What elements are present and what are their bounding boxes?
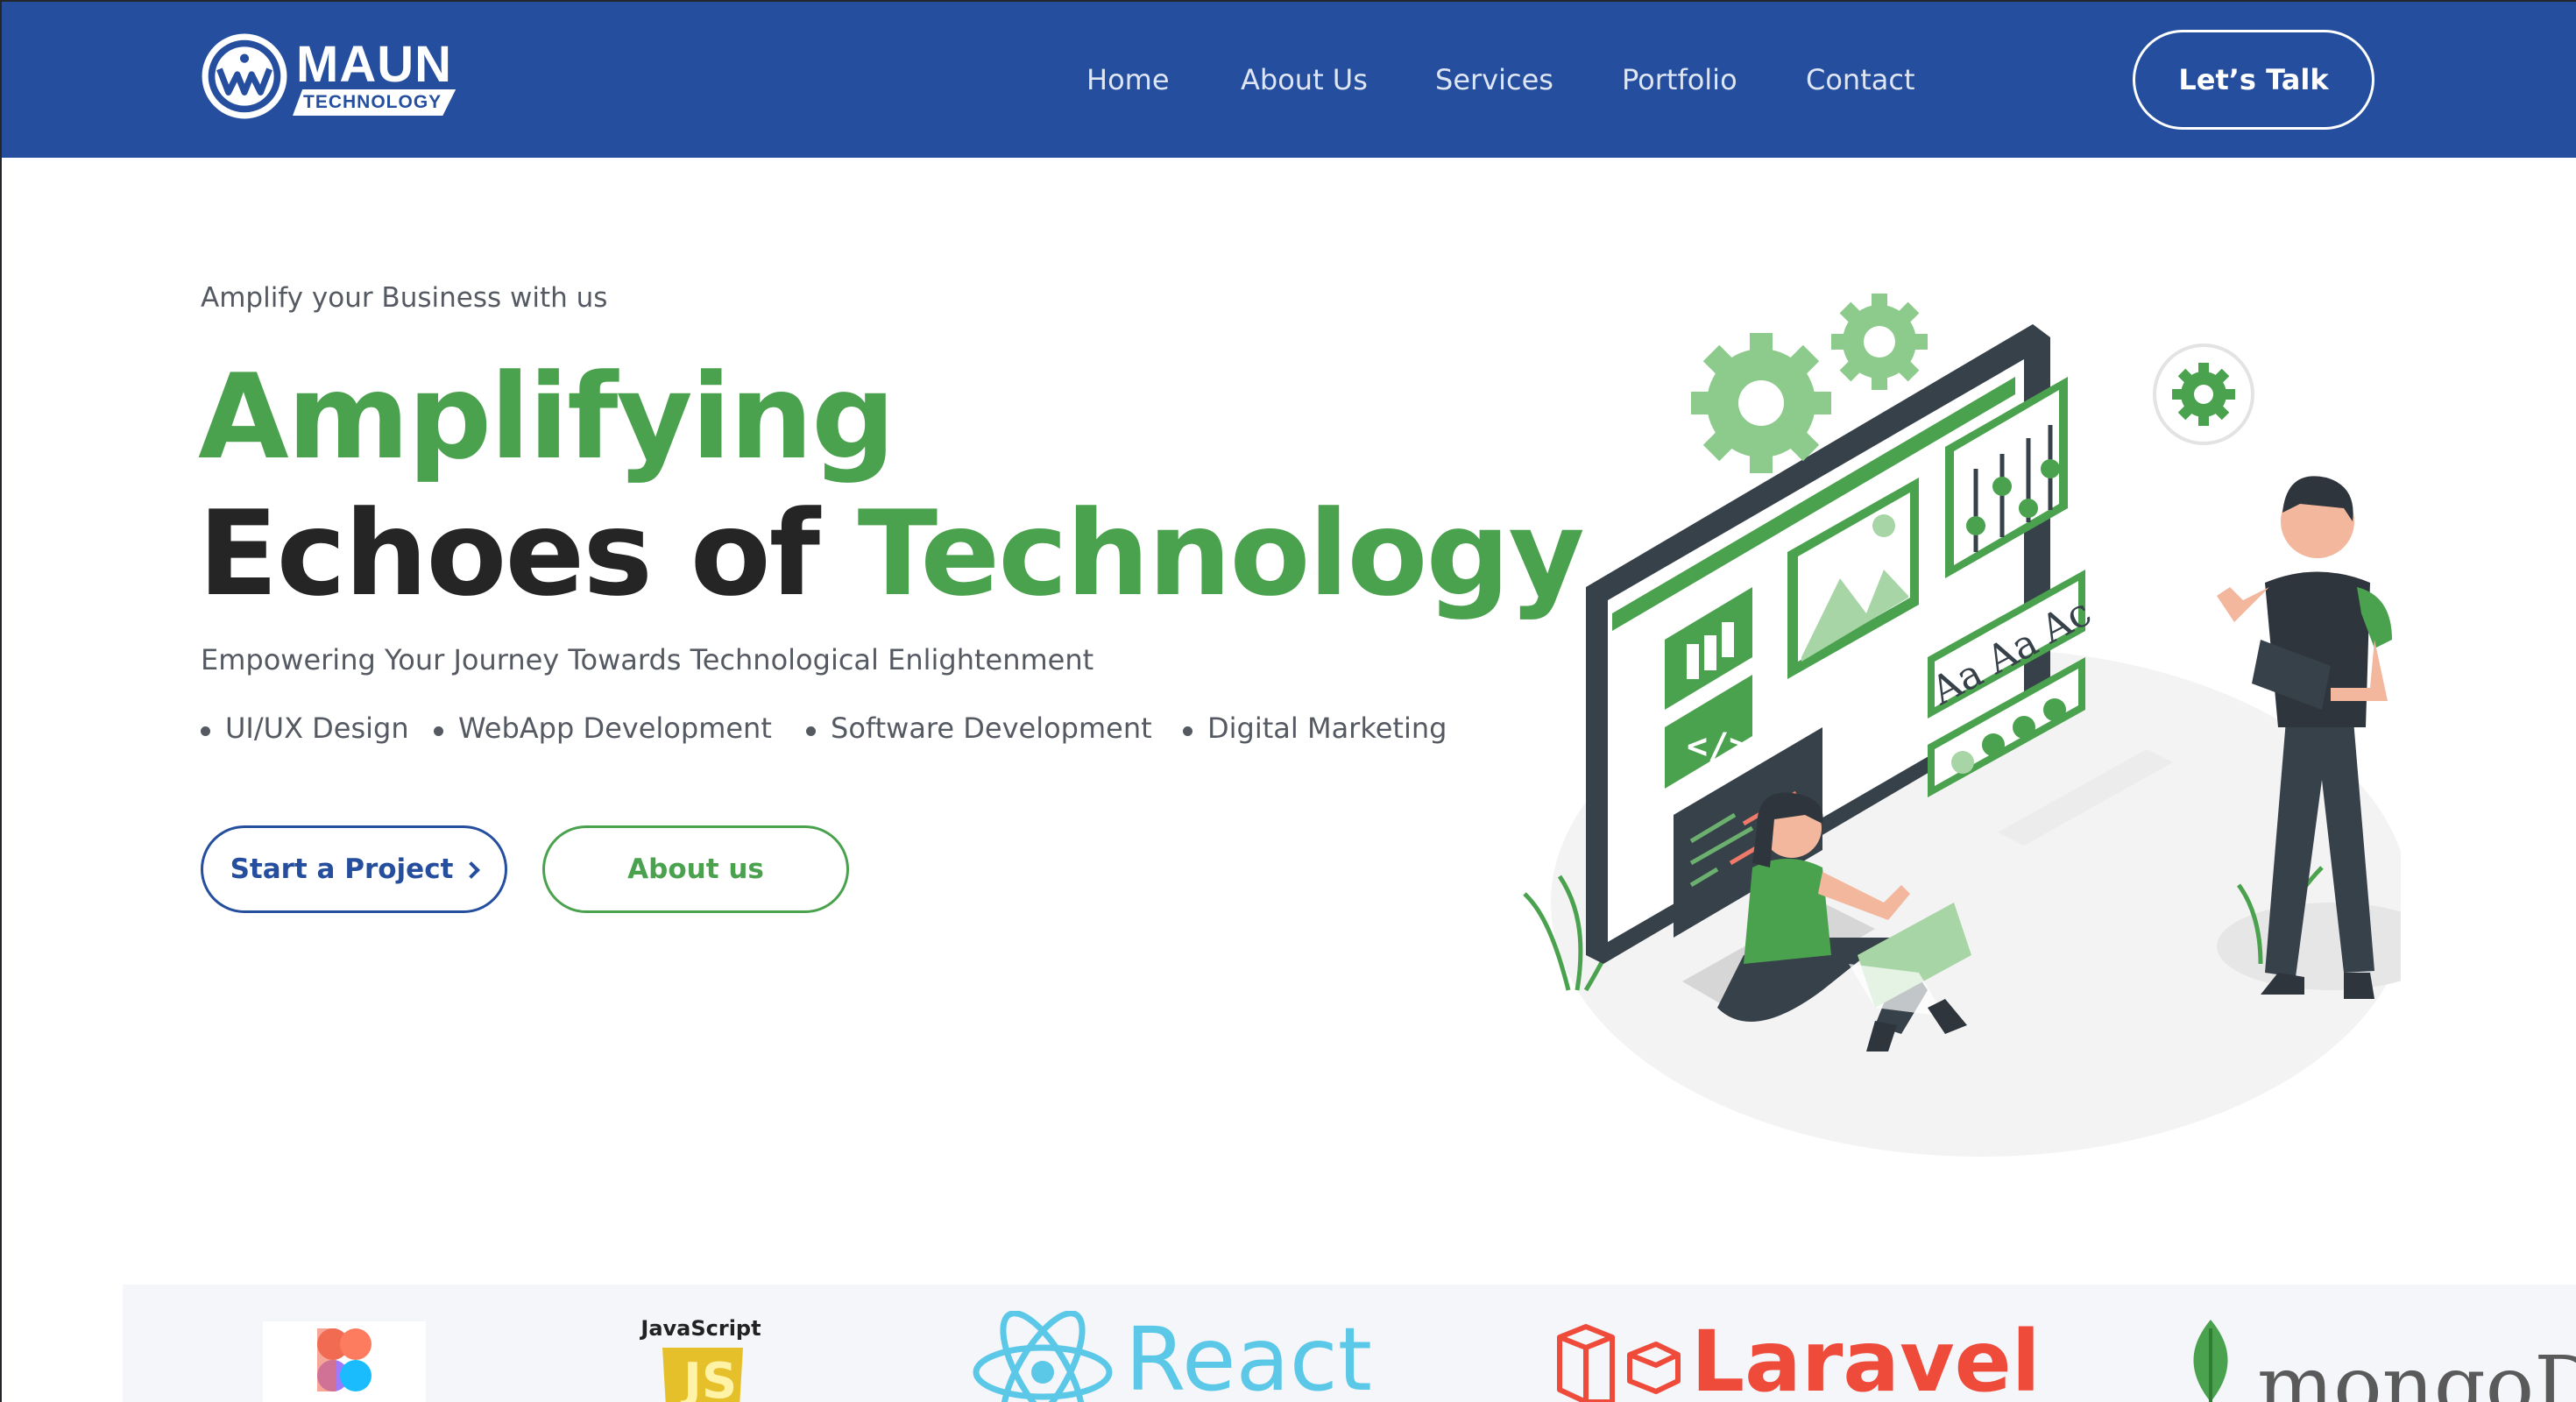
hero-illustration: </> Aa Aa Ac: [1523, 294, 2401, 1157]
laravel-wordmark: Laravel: [1691, 1313, 2041, 1402]
svg-text:</>: </>: [1687, 726, 1750, 767]
javascript-logo: JavaScript JS: [640, 1316, 762, 1402]
headline-dark-part: Echoes of: [198, 485, 858, 622]
gear-bubble-icon: [2153, 343, 2254, 445]
figma-icon: [317, 1328, 372, 1391]
chevron-right-icon: [463, 861, 481, 879]
nav-portfolio-link[interactable]: Portfolio: [1622, 63, 1737, 96]
javascript-badge: JS: [683, 1353, 738, 1402]
bullet-icon: [1183, 726, 1192, 736]
service-label: UI/UX Design: [225, 712, 409, 745]
service-item: WebApp Development: [434, 712, 772, 745]
gear-icon: [1831, 294, 1928, 390]
figma-logo: [263, 1321, 426, 1402]
headline-line-2: Echoes of Technology: [198, 485, 1585, 622]
tech-logo-strip: JavaScript JS React Laravel mongoDB: [123, 1285, 2576, 1402]
hero-eyebrow: Amplify your Business with us: [201, 282, 608, 314]
nav-services-link[interactable]: Services: [1435, 63, 1553, 96]
headline-line-1: Amplifying: [198, 349, 895, 485]
service-label: Digital Marketing: [1207, 712, 1447, 745]
mongodb-wordmark: mongoDB: [2257, 1339, 2576, 1402]
hero-subtitle: Empowering Your Journey Towards Technolo…: [201, 643, 1094, 676]
react-atom-icon: [973, 1311, 1113, 1402]
about-us-button[interactable]: About us: [542, 825, 849, 913]
service-label: Software Development: [831, 712, 1152, 745]
nav-contact-link[interactable]: Contact: [1806, 63, 1915, 96]
bullet-icon: [201, 726, 210, 736]
site-header: MAUN TECHNOLOGY Home About Us Services P…: [0, 0, 2576, 158]
bullet-icon: [434, 726, 443, 736]
react-wordmark: React: [1125, 1308, 1372, 1402]
nav-about-link[interactable]: About Us: [1241, 63, 1368, 96]
service-item: Software Development: [806, 712, 1152, 745]
hero-headline: Amplifying Echoes of Technology: [198, 349, 1585, 622]
service-item: Digital Marketing: [1183, 712, 1447, 745]
nav-home-link[interactable]: Home: [1086, 63, 1170, 96]
start-project-label: Start a Project: [230, 853, 454, 885]
laravel-icon: [1557, 1324, 1681, 1402]
lets-talk-button[interactable]: Let’s Talk: [2133, 30, 2374, 130]
gear-icon: [1691, 333, 1831, 473]
headline-green-part: Technology: [857, 485, 1585, 622]
bullet-icon: [806, 726, 816, 736]
start-project-button[interactable]: Start a Project: [201, 825, 507, 913]
service-item: UI/UX Design: [201, 712, 409, 745]
service-label: WebApp Development: [458, 712, 772, 745]
mongodb-leaf-icon: [2193, 1320, 2228, 1402]
javascript-label: JavaScript: [640, 1316, 761, 1341]
